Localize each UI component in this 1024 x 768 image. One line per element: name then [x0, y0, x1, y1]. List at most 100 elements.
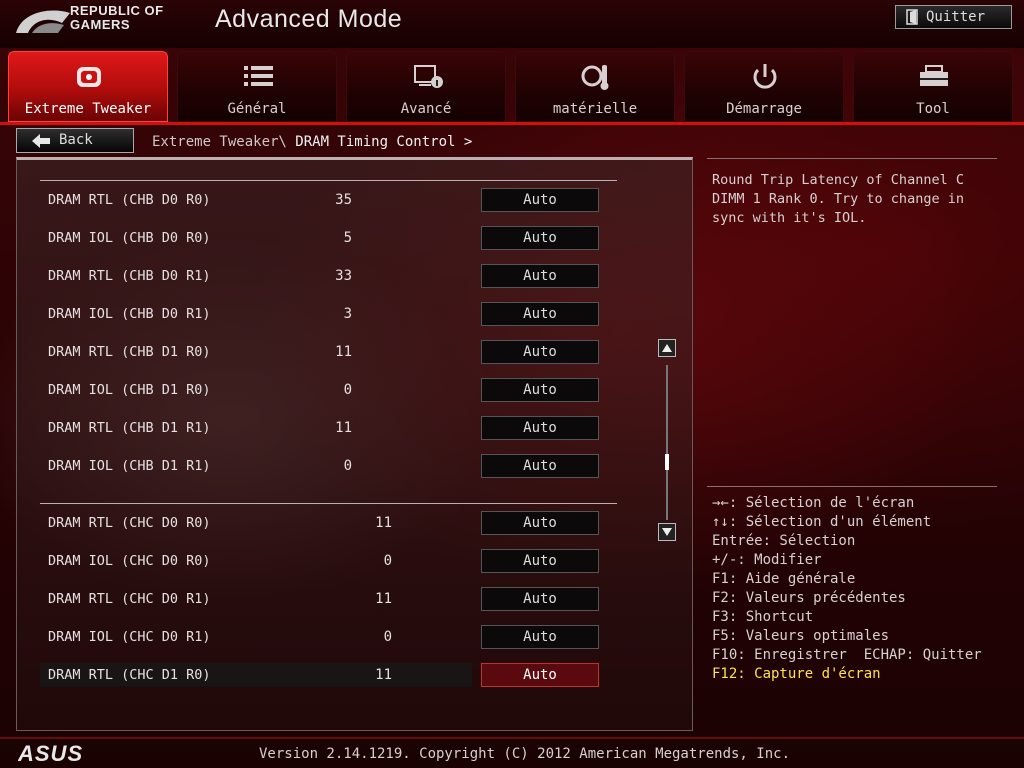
tweaker-icon — [77, 67, 101, 87]
setting-row[interactable]: DRAM RTL (CHB D1 R1) 11 — [40, 416, 472, 440]
setting-auto-box[interactable]: Auto — [481, 549, 599, 573]
setting-row[interactable]: DRAM IOL (CHB D1 R1) 0 — [40, 454, 472, 478]
key-hint: Entrée: Sélection — [712, 533, 856, 549]
setting-row[interactable]: DRAM IOL (CHB D0 R0) 5 — [40, 226, 472, 250]
setting-value: 0 — [343, 458, 352, 474]
setting-auto-box[interactable]: Auto — [481, 625, 599, 649]
version-text: Version 2.14.1219. Copyright (C) 2012 Am… — [259, 746, 791, 762]
setting-label: DRAM RTL (CHC D0 R1) — [48, 591, 211, 607]
tab-general[interactable]: Général — [177, 51, 337, 122]
setting-label: DRAM IOL (CHB D1 R0) — [48, 382, 211, 398]
setting-row[interactable]: DRAM IOL (CHC D0 R0) 0 — [40, 549, 472, 573]
setting-row[interactable]: DRAM RTL (CHC D0 R1) 11 — [40, 587, 472, 611]
tab-label: Général — [227, 101, 287, 117]
back-arrow-icon — [32, 134, 50, 148]
setting-auto-box[interactable]: Auto — [481, 416, 599, 440]
key-hint: F10: Enregistrer ECHAP: Quitter — [712, 647, 982, 663]
setting-label: DRAM RTL (CHC D1 R0) — [48, 667, 211, 683]
setting-value: 0 — [343, 382, 352, 398]
tab-label: Avancé — [400, 101, 452, 117]
setting-auto-box[interactable]: Auto — [481, 454, 599, 478]
help-description: Round Trip Latency of Channel C DIMM 1 R… — [712, 172, 964, 226]
setting-value: 0 — [383, 629, 392, 645]
setting-row[interactable]: DRAM RTL (CHB D0 R0) 35 — [40, 188, 472, 212]
tab-hardware[interactable]: matérielle — [515, 51, 675, 122]
setting-auto-box[interactable]: Auto — [481, 226, 599, 250]
tab-advanced[interactable]: Avancé — [346, 51, 506, 122]
asus-logo-icon: ASUS — [18, 742, 82, 764]
section-divider-chb — [40, 180, 617, 181]
key-hint: ↑↓: Sélection d'un élément — [712, 514, 932, 530]
triangle-up-icon — [662, 344, 672, 352]
key-hint-highlight: F12: Capture d'écran — [712, 666, 881, 682]
toolbox-icon — [920, 65, 948, 86]
monitor-info-icon — [414, 65, 443, 88]
setting-value: 11 — [375, 515, 392, 531]
setting-row[interactable]: DRAM IOL (CHC D0 R1) 0 — [40, 625, 472, 649]
setting-label: DRAM RTL (CHB D0 R1) — [48, 268, 211, 284]
setting-label: DRAM IOL (CHC D0 R1) — [48, 629, 211, 645]
setting-label: DRAM RTL (CHB D1 R1) — [48, 420, 211, 436]
key-hint: F5: Valeurs optimales — [712, 628, 890, 644]
tab-divider — [0, 122, 1024, 125]
setting-auto-box-selected[interactable]: Auto — [481, 663, 599, 687]
section-divider-chc — [40, 503, 617, 504]
key-hint: +/-: Modifier — [712, 552, 822, 568]
setting-label: DRAM IOL (CHB D0 R0) — [48, 230, 211, 246]
key-hint: F1: Aide générale — [712, 571, 856, 587]
setting-auto-box[interactable]: Auto — [481, 188, 599, 212]
exit-door-icon — [906, 9, 918, 25]
tab-label: Extreme Tweaker — [24, 101, 152, 117]
setting-label: DRAM IOL (CHB D0 R1) — [48, 306, 211, 322]
setting-value: 5 — [343, 230, 352, 246]
breadcrumb: Extreme Tweaker\ DRAM Timing Control > — [152, 134, 472, 150]
setting-row[interactable]: DRAM IOL (CHB D1 R0) 0 — [40, 378, 472, 402]
setting-auto-box[interactable]: Auto — [481, 511, 599, 535]
tab-tool[interactable]: Tool — [853, 51, 1013, 122]
scroll-down-button[interactable] — [658, 523, 676, 541]
tab-label: matérielle — [552, 101, 638, 117]
list-icon — [244, 66, 273, 86]
tab-boot[interactable]: Démarrage — [684, 51, 844, 122]
footer-divider — [0, 737, 1024, 739]
setting-row[interactable]: DRAM RTL (CHB D0 R1) 33 — [40, 264, 472, 288]
setting-value: 11 — [375, 591, 392, 607]
scrollbar-track[interactable] — [666, 365, 668, 520]
quit-label: Quitter — [926, 9, 986, 25]
setting-label: DRAM IOL (CHB D1 R1) — [48, 458, 211, 474]
setting-auto-box[interactable]: Auto — [481, 378, 599, 402]
setting-row[interactable]: DRAM IOL (CHB D0 R1) 3 — [40, 302, 472, 326]
key-hint: →←: Sélection de l'écran — [712, 495, 915, 511]
quit-button[interactable]: Quitter — [895, 5, 1012, 29]
scrollbar-thumb[interactable] — [665, 454, 669, 470]
help-divider-top — [707, 158, 997, 159]
setting-auto-box[interactable]: Auto — [481, 264, 599, 288]
setting-row-selected[interactable]: DRAM RTL (CHC D1 R0) 11 — [40, 663, 472, 687]
key-hint: F3: Shortcut — [712, 609, 814, 625]
setting-value: 11 — [335, 420, 352, 436]
setting-auto-box[interactable]: Auto — [481, 587, 599, 611]
setting-value: 3 — [343, 306, 352, 322]
setting-value: 35 — [335, 192, 352, 208]
setting-row[interactable]: DRAM RTL (CHB D1 R0) 11 — [40, 340, 472, 364]
power-icon — [753, 64, 777, 89]
help-divider-middle — [707, 486, 997, 487]
setting-auto-box[interactable]: Auto — [481, 340, 599, 364]
setting-value: 11 — [375, 667, 392, 683]
setting-row[interactable]: DRAM RTL (CHC D0 R0) 11 — [40, 511, 472, 535]
setting-label: DRAM IOL (CHC D0 R0) — [48, 553, 211, 569]
header-bar: REPUBLIC OF GAMERS Advanced Mode Quitter — [0, 0, 1024, 48]
breadcrumb-parent[interactable]: Extreme Tweaker\ — [152, 134, 287, 150]
hardware-monitor-icon — [581, 65, 609, 90]
back-button[interactable]: Back — [16, 128, 134, 153]
key-legend: →←: Sélection de l'écran ↑↓: Sélection d… — [712, 494, 982, 684]
triangle-down-icon — [662, 528, 672, 536]
tab-label: Tool — [916, 101, 950, 117]
setting-auto-box[interactable]: Auto — [481, 302, 599, 326]
brand-text: REPUBLIC OF GAMERS — [70, 3, 164, 32]
mode-title: Advanced Mode — [215, 5, 403, 33]
setting-value: 0 — [383, 553, 392, 569]
tab-extreme-tweaker[interactable]: Extreme Tweaker — [8, 51, 168, 122]
setting-value: 11 — [335, 344, 352, 360]
scroll-up-button[interactable] — [658, 339, 676, 357]
